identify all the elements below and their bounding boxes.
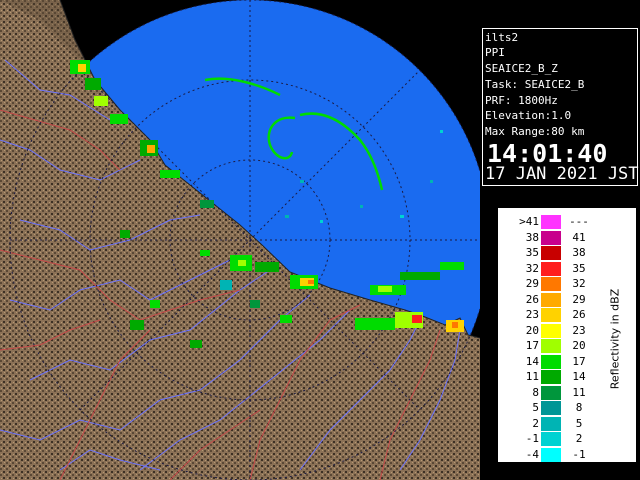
legend-row: 58 (499, 401, 595, 415)
legend-upper-bound: 29 (572, 292, 586, 306)
scan-type: PPI (485, 46, 505, 59)
legend-lower-bound: 23 (525, 308, 539, 321)
legend-upper-bound: 5 (575, 416, 583, 430)
legend-color-swatch (541, 385, 561, 400)
legend-lower-bound: 8 (532, 385, 539, 399)
legend-row: 8 11 (499, 385, 595, 400)
legend-color-swatch (541, 230, 561, 245)
legend-lower-bound: 2 (532, 416, 539, 430)
legend-lower-bound: 11 (525, 370, 539, 383)
legend-lower-bound: 29 (525, 277, 539, 290)
legend-row: 32 35 (499, 261, 595, 276)
legend-upper-bound: 38 (572, 246, 586, 259)
legend-upper-bound: 14 (572, 370, 586, 383)
legend-lower-bound: 20 (525, 323, 539, 337)
legend-upper-bound: 23 (572, 323, 586, 337)
legend-lower-bound: 14 (525, 354, 539, 368)
prf-value: PRF: 1800Hz (485, 94, 558, 107)
legend-lower-bound: 38 (525, 230, 539, 244)
task-name: Task: SEAICE2_B (485, 78, 585, 91)
legend-upper-bound: 17 (572, 354, 586, 368)
legend-row: -4 -1 (499, 447, 595, 462)
legend-color-swatch (541, 261, 561, 276)
legend-row: 23 26 (499, 308, 595, 322)
legend-title: Reflectivity in dBZ (595, 239, 635, 439)
legend-upper-bound: 35 (572, 261, 586, 275)
legend-color-swatch (541, 354, 561, 369)
legend-color-swatch (541, 401, 561, 415)
legend-lower-bound: 32 (525, 261, 539, 275)
site-name: ilts2 (485, 31, 519, 44)
legend-color-swatch (541, 246, 561, 260)
legend-lower-bound: 35 (525, 246, 539, 259)
color-legend: >41 --- 38 41 35 38 32 35 29 32 26 29 23 26 20 23 17 20 14… (498, 208, 636, 462)
legend-upper-bound: 8 (575, 401, 583, 414)
legend-row: 17 20 (499, 339, 595, 353)
legend-color-swatch (541, 277, 561, 291)
legend-color-swatch (541, 323, 561, 338)
max-range-value: Max Range:80 km (485, 125, 585, 138)
legend-lower-bound: 26 (525, 292, 539, 306)
legend-upper-bound: -1 (572, 447, 586, 461)
legend-lower-bound: >41 (519, 215, 539, 228)
product-name: SEAICE2_B_Z (485, 62, 558, 75)
legend-color-swatch (541, 432, 561, 446)
legend-color-swatch (541, 416, 561, 431)
legend-row: 38 41 (499, 230, 595, 245)
radar-ppi-map (0, 0, 480, 480)
legend-upper-bound: --- (569, 215, 589, 228)
legend-title-text: Reflectivity in dBZ (608, 288, 622, 390)
legend-lower-bound: 5 (532, 401, 539, 414)
legend-row: 14 17 (499, 354, 595, 369)
scan-info-box: ilts2 PPI SEAICE2_B_Z Task: SEAICE2_B PR… (482, 28, 639, 186)
legend-row: >41 --- (499, 215, 595, 229)
legend-color-swatch (541, 339, 561, 353)
legend-row: 25 (499, 416, 595, 431)
legend-lower-bound: -4 (525, 447, 539, 461)
legend-upper-bound: 32 (572, 277, 586, 290)
legend-lower-bound: 17 (525, 339, 539, 352)
legend-color-swatch (541, 215, 561, 229)
legend-color-swatch (541, 308, 561, 322)
legend-row: 29 32 (499, 277, 595, 291)
legend-upper-bound: 11 (572, 385, 586, 399)
legend-upper-bound: 26 (572, 308, 586, 321)
legend-row: 26 29 (499, 292, 595, 307)
legend-row: 35 38 (499, 246, 595, 260)
legend-row: 20 23 (499, 323, 595, 338)
legend-upper-bound: 41 (572, 230, 586, 244)
info-panel: ilts2 PPI SEAICE2_B_Z Task: SEAICE2_B PR… (480, 0, 640, 480)
legend-row: 11 14 (499, 370, 595, 384)
legend-color-swatch (541, 447, 561, 462)
legend-row: -1 2 (499, 432, 595, 446)
scan-date: 17 JAN 2021 JST (485, 164, 639, 184)
legend-color-swatch (541, 370, 561, 384)
legend-color-swatch (541, 292, 561, 307)
legend-upper-bound: 2 (575, 432, 583, 445)
elevation-value: Elevation:1.0 (485, 109, 572, 122)
legend-upper-bound: 20 (572, 339, 586, 352)
legend-lower-bound: -1 (525, 432, 539, 445)
